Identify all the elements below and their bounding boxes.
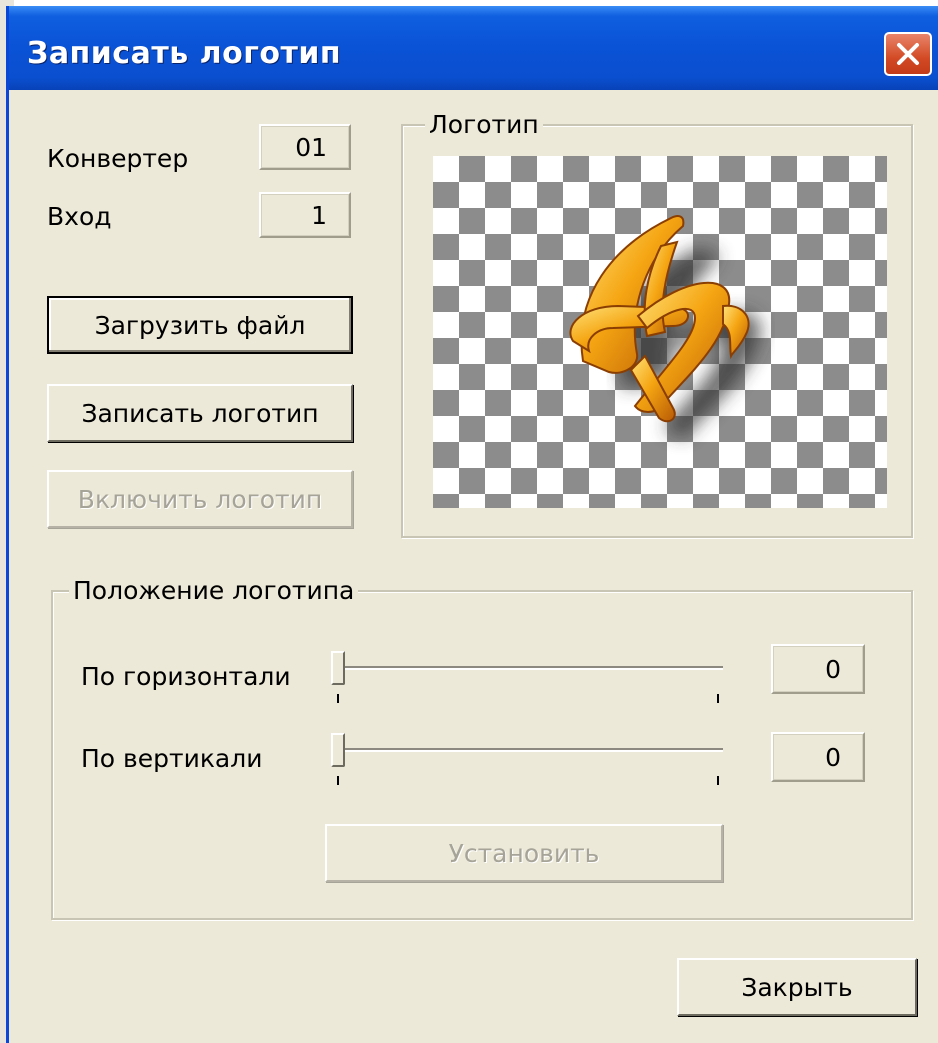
vertical-slider-track[interactable]: [335, 748, 723, 752]
close-button[interactable]: Закрыть: [677, 958, 917, 1016]
dialog-window: Записать логотип Конвертер 01 Вход 1 Заг…: [6, 6, 938, 1043]
close-window-button[interactable]: [884, 32, 932, 76]
converter-label: Конвертер: [47, 144, 189, 173]
horizontal-slider-thumb[interactable]: [331, 651, 345, 685]
load-file-button[interactable]: Загрузить файл: [47, 296, 353, 354]
horizontal-tick-max: [717, 694, 719, 703]
position-group-legend: Положение логотипа: [69, 576, 359, 605]
set-button: Установить: [325, 824, 723, 882]
input-label: Вход: [47, 202, 112, 231]
enable-logo-button: Включить логотип: [47, 470, 353, 528]
write-logo-button[interactable]: Записать логотип: [47, 384, 353, 442]
horizontal-slider-track[interactable]: [335, 666, 723, 670]
title-bar[interactable]: Записать логотип: [9, 6, 938, 90]
logo-preview: [433, 156, 887, 508]
input-value: 1: [259, 192, 351, 238]
vertical-label: По вертикали: [81, 744, 263, 773]
logo-preview-image: [569, 215, 761, 438]
horizontal-label: По горизонтали: [81, 662, 291, 691]
vertical-value: 0: [771, 732, 865, 782]
logo-group-legend: Логотип: [425, 110, 543, 139]
window-title: Записать логотип: [27, 36, 342, 71]
vertical-tick-min: [337, 776, 339, 785]
vertical-tick-max: [717, 776, 719, 785]
horizontal-value: 0: [771, 644, 865, 694]
horizontal-tick-min: [337, 694, 339, 703]
vertical-slider-thumb[interactable]: [331, 733, 345, 767]
converter-value: 01: [259, 124, 351, 170]
close-icon: [897, 43, 919, 65]
